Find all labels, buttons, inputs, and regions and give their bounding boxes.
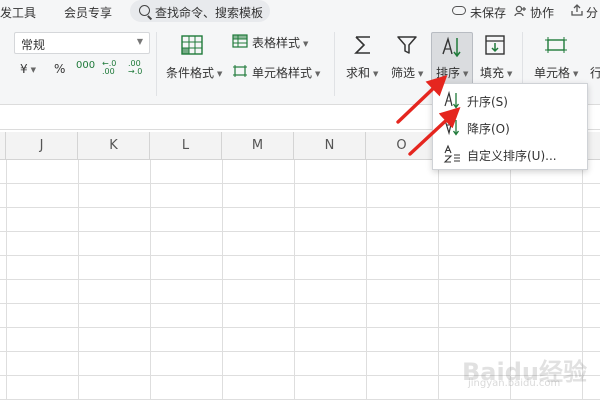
menu-bar: 发工具 会员专享 查找命令、搜索模板 未保存 协作 分 [0, 0, 600, 24]
percent-button[interactable]: % [54, 62, 65, 76]
increase-decimal-button[interactable]: ←.0 .00 [102, 60, 116, 76]
unsaved-status[interactable]: 未保存 [470, 4, 506, 21]
column-header-l[interactable]: L [150, 132, 222, 160]
custom-sort-icon [443, 144, 460, 163]
table-style-button[interactable]: 表格样式 ▼ [252, 34, 308, 51]
thousands-separator-button[interactable]: 000 [76, 60, 95, 71]
ribbon-divider [334, 32, 335, 96]
filter-icon [397, 36, 417, 54]
column-header-m[interactable]: M [222, 132, 294, 160]
chevron-down-icon: ▼ [136, 37, 143, 46]
sum-label: 求和 [346, 66, 371, 80]
filter-button[interactable]: 筛选 ▼ [391, 64, 423, 81]
chevron-down-icon: ▼ [315, 69, 321, 78]
sort-descending-item[interactable]: 降序(O) [433, 114, 587, 140]
chevron-down-icon: ▼ [303, 39, 309, 48]
cells-button[interactable]: 单元格 ▼ [534, 64, 578, 81]
currency-button[interactable]: ¥ ▼ [20, 62, 36, 76]
collaborate-icon [514, 5, 526, 17]
currency-symbol: ¥ [20, 62, 28, 76]
chevron-down-icon: ▼ [30, 65, 37, 74]
conditional-format-button[interactable]: 条件格式 ▼ [166, 64, 222, 81]
conditional-format-icon [181, 35, 203, 55]
cells-label: 单元格 [534, 66, 571, 80]
rows-columns-button[interactable]: 行 [590, 64, 600, 81]
thousands-symbol: 000 [76, 60, 96, 71]
sort-descending-label: 降序(O) [467, 122, 510, 136]
sort-label-group: 排序 ▼ [436, 64, 468, 81]
baidu-watermark-url: jingyan.baidu.com [468, 378, 561, 389]
sum-button[interactable]: 求和 ▼ [346, 64, 378, 81]
fill-button[interactable]: 填充 ▼ [480, 64, 512, 81]
command-search-box[interactable]: 查找命令、搜索模板 [130, 0, 270, 22]
chevron-down-icon: ▼ [373, 69, 379, 78]
filter-label: 筛选 [391, 66, 416, 80]
cells-icon [545, 37, 567, 53]
sort-ascending-icon [444, 90, 460, 109]
sort-icon [442, 36, 461, 58]
cell-style-icon [233, 65, 247, 77]
table-style-label: 表格样式 [252, 36, 301, 50]
tab-member-exclusive[interactable]: 会员专享 [64, 4, 112, 21]
cloud-icon [452, 6, 466, 15]
chevron-down-icon: ▼ [573, 69, 579, 78]
chevron-down-icon: ▼ [418, 69, 424, 78]
sort-label: 排序 [436, 66, 461, 80]
search-icon [139, 5, 150, 16]
tab-developer-tools[interactable]: 发工具 [0, 4, 36, 21]
sort-descending-icon [444, 119, 460, 136]
fill-icon [485, 35, 505, 55]
sum-icon [354, 36, 370, 54]
ribbon-divider [156, 32, 157, 96]
chevron-down-icon: ▼ [507, 69, 513, 78]
share-icon [571, 4, 583, 16]
column-header-o[interactable]: O [366, 132, 438, 160]
custom-sort-item[interactable]: 自定义排序(U)... [433, 141, 587, 167]
column-header-n[interactable]: N [294, 132, 366, 160]
custom-sort-label: 自定义排序(U)... [467, 149, 557, 163]
chevron-down-icon: ▼ [463, 69, 469, 78]
search-placeholder: 查找命令、搜索模板 [155, 6, 264, 20]
share-button[interactable]: 分 [586, 4, 598, 21]
number-format-value: 常规 [21, 38, 46, 52]
column-header-k[interactable]: K [78, 132, 150, 160]
collaborate-button[interactable]: 协作 [530, 4, 554, 21]
sort-ascending-item[interactable]: 升序(S) [433, 87, 587, 113]
cell-style-label: 单元格样式 [252, 66, 313, 80]
cell-style-button[interactable]: 单元格样式 ▼ [252, 64, 320, 81]
sort-ascending-label: 升序(S) [467, 95, 508, 109]
conditional-format-label: 条件格式 [166, 66, 215, 80]
number-format-select[interactable]: 常规 ▼ [14, 32, 150, 54]
decrease-decimal-button[interactable]: .00 →.0 [128, 60, 142, 76]
fill-label: 填充 [480, 66, 505, 80]
table-style-icon [232, 34, 248, 48]
column-header-j[interactable]: J [6, 132, 78, 160]
sort-dropdown-menu: 升序(S) 降序(O) 自定义排序(U)... [432, 83, 588, 170]
chevron-down-icon: ▼ [217, 69, 223, 78]
